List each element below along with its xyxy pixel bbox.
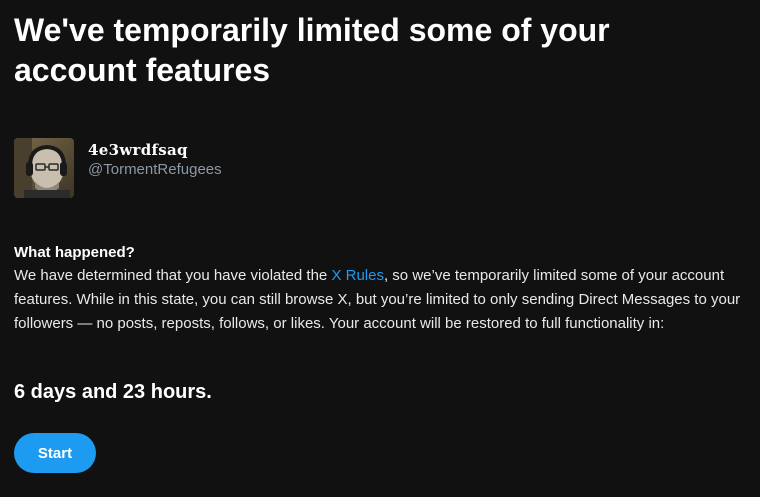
notice-text-start: We have determined that you have violate… — [14, 267, 332, 284]
notice-section: What happened? We have determined that y… — [14, 243, 754, 336]
account-handle: @TormentRefugees — [88, 161, 222, 178]
account-profile: 4e3wrdfsaq @TormentRefugees — [14, 138, 222, 198]
start-button[interactable]: Start — [14, 433, 96, 473]
avatar — [14, 138, 74, 198]
display-name: 4e3wrdfsaq — [88, 141, 188, 159]
notice-heading: What happened? — [14, 244, 135, 261]
x-rules-link[interactable]: X Rules — [331, 267, 384, 284]
restriction-countdown: 6 days and 23 hours. — [14, 381, 212, 403]
page-title: We've temporarily limited some of your a… — [14, 12, 610, 88]
notice-body: We have determined that you have violate… — [14, 264, 754, 336]
